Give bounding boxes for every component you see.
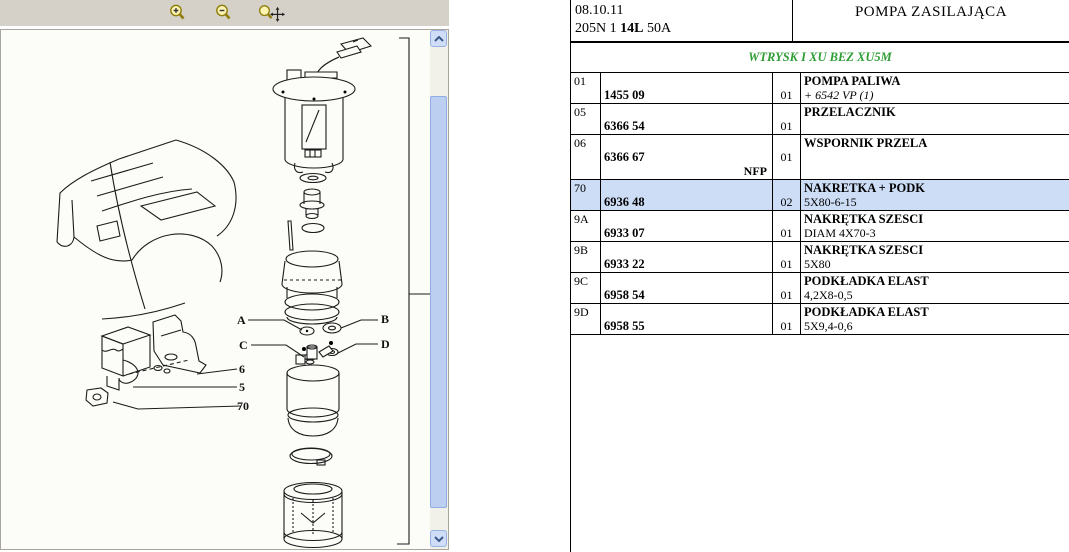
pan-button[interactable] [256,2,286,24]
description-cell: POMPA PALIWA+ 6542 VP (1) [801,73,1069,103]
page-title: POMPA ZASILAJĄCA [793,0,1069,41]
switch-and-bracket-parts [86,315,206,406]
callout-label-a: A [237,313,246,327]
callout-label-5: 5 [239,380,245,394]
qty-cell: 01 [773,73,801,103]
qty-cell: 01 [773,135,801,179]
callout-label-b: B [381,312,389,326]
ref-cell: 01 [571,73,601,103]
catalog-header-left: 08.10.11 205N 1 14L 50A [571,0,793,41]
table-row[interactable]: 05 6366 54 01 PRZELACZNIK [571,104,1069,135]
table-row[interactable]: 70 6936 48 02 NAKRETKA + PODK5X80-6-15 [571,180,1069,211]
part-number-cell: 6933 22 [601,242,773,272]
scroll-down-button[interactable] [430,530,447,547]
zoom-in-button[interactable] [164,2,194,24]
diagram-bracket [397,38,430,544]
part-number-cell: 6366 67NFP [601,135,773,179]
zoom-out-icon [213,3,237,23]
table-row[interactable]: 9B 6933 22 01 NAKRĘTKA SZESCI5X80 [571,242,1069,273]
qty-cell: 01 [773,211,801,241]
callout-leaders [113,320,378,409]
ref-cell: 06 [571,135,601,179]
callout-label-70: 70 [237,399,249,413]
qty-cell: 01 [773,104,801,134]
scrollbar-track[interactable] [430,47,447,530]
table-row[interactable]: 9A 6933 07 01 NAKRĘTKA SZESCIDIAM 4X70-3 [571,211,1069,242]
zoom-out-button[interactable] [210,2,240,24]
parts-catalog-window: A B C D 6 5 70 [0,0,1069,552]
ref-cell: 9D [571,304,601,334]
diagram-toolbar [0,0,449,26]
chevron-down-icon [434,536,444,542]
section-heading: WTRYSK I XU BEZ XU5M [571,43,1069,72]
qty-cell: 01 [773,304,801,334]
qty-cell: 01 [773,242,801,272]
callout-label-d: D [381,337,390,351]
table-row[interactable]: 9C 6958 54 01 PODKŁADKA ELAST4,2X8-0,5 [571,273,1069,304]
callout-label-c: C [239,338,248,352]
pan-icon [257,3,285,23]
catalog-header: 08.10.11 205N 1 14L 50A POMPA ZASILAJĄCA [571,0,1069,43]
car-body-sketch [57,140,236,319]
qty-cell: 01 [773,273,801,303]
vertical-scrollbar[interactable] [430,30,448,549]
nfp-note: NFP [604,164,769,178]
table-row[interactable]: 01 1455 09 01 POMPA PALIWA+ 6542 VP (1) [571,73,1069,104]
ref-cell: 9C [571,273,601,303]
ref-cell: 70 [571,180,601,210]
qty-cell: 02 [773,180,801,210]
part-number-cell: 6366 54 [601,104,773,134]
catalog-date: 08.10.11 [575,2,788,20]
scroll-up-button[interactable] [430,30,447,47]
ref-cell: 9B [571,242,601,272]
parts-table: 01 1455 09 01 POMPA PALIWA+ 6542 VP (1) … [571,72,1069,335]
part-number-cell: 1455 09 [601,73,773,103]
description-cell: PRZELACZNIK [801,104,1069,134]
ref-cell: 05 [571,104,601,134]
callout-label-6: 6 [239,362,245,376]
chevron-up-icon [434,36,444,42]
description-cell: WSPORNIK PRZELA [801,135,1069,179]
description-cell: NAKRĘTKA SZESCIDIAM 4X70-3 [801,211,1069,241]
part-number-cell: 6936 48 [601,180,773,210]
table-row[interactable]: 9D 6958 55 01 PODKŁADKA ELAST5X9,4-0,6 [571,304,1069,334]
table-row[interactable]: 06 6366 67NFP 01 WSPORNIK PRZELA [571,135,1069,180]
description-cell: NAKRETKA + PODK5X80-6-15 [801,180,1069,210]
description-cell: PODKŁADKA ELAST4,2X8-0,5 [801,273,1069,303]
exploded-diagram: A B C D 6 5 70 [1,30,431,549]
zoom-in-icon [167,3,191,23]
ref-cell: 9A [571,211,601,241]
model-code: 205N 1 14L 50A [575,20,788,38]
description-cell: PODKŁADKA ELAST5X9,4-0,6 [801,304,1069,334]
fuel-pump-assembly [273,38,371,548]
scrollbar-thumb[interactable] [430,96,447,508]
parts-list-panel: 08.10.11 205N 1 14L 50A POMPA ZASILAJĄCA… [570,0,1069,552]
description-cell: NAKRĘTKA SZESCI5X80 [801,242,1069,272]
part-number-cell: 6933 07 [601,211,773,241]
part-number-cell: 6958 55 [601,304,773,334]
part-number-cell: 6958 54 [601,273,773,303]
diagram-panel: A B C D 6 5 70 [0,29,449,550]
